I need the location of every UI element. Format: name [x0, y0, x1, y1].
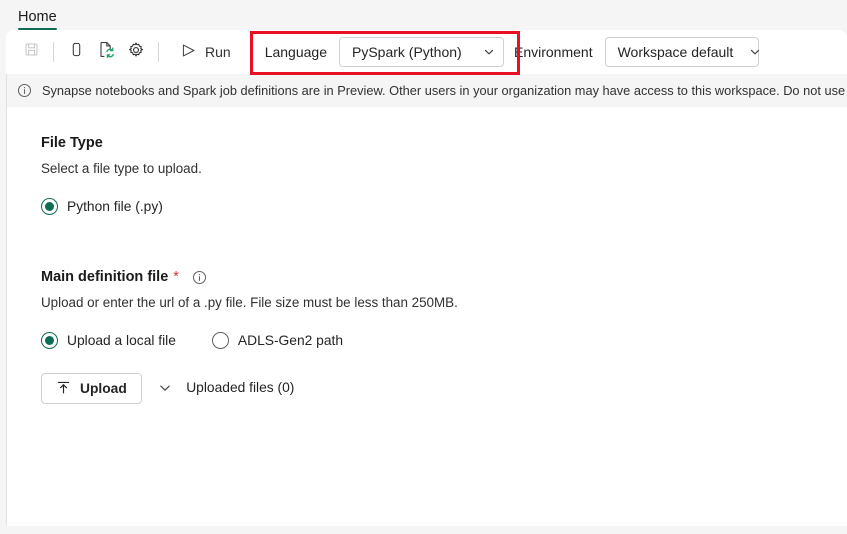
- run-label: Run: [205, 44, 231, 60]
- uploaded-files-label: Uploaded files (0): [186, 380, 295, 395]
- preview-banner-text: Synapse notebooks and Spark job definiti…: [42, 83, 847, 98]
- file-type-description: Select a file type to upload.: [41, 161, 202, 176]
- required-asterisk: *: [173, 269, 179, 285]
- toolbar-divider-1: [53, 42, 54, 62]
- radio-upload-local-file-label: Upload a local file: [67, 333, 176, 348]
- play-triangle-icon: [180, 42, 197, 62]
- settings-button[interactable]: [121, 37, 151, 67]
- radio-adls-gen2-path[interactable]: ADLS-Gen2 path: [211, 332, 343, 349]
- chevron-down-icon: [749, 46, 761, 58]
- info-circle-icon: [17, 83, 32, 98]
- main-definition-radio-group: Upload a local file ADLS-Gen2 path: [41, 332, 847, 349]
- radio-python-file-label: Python file (.py): [67, 199, 163, 214]
- preview-info-banner: Synapse notebooks and Spark job definiti…: [7, 74, 847, 107]
- save-icon: [23, 41, 40, 63]
- file-type-radio-group: Python file (.py): [41, 198, 847, 215]
- environment-dropdown[interactable]: Workspace default: [604, 37, 761, 67]
- main-definition-description: Upload or enter the url of a .py file. F…: [41, 295, 458, 310]
- radio-unselected-icon: [211, 332, 229, 349]
- document-refresh-icon: [97, 40, 116, 64]
- language-label: Language: [264, 44, 327, 60]
- radio-upload-local-file[interactable]: Upload a local file: [41, 332, 176, 349]
- tab-home[interactable]: Home: [6, 8, 69, 30]
- toolbar-divider-2: [158, 42, 159, 62]
- uploaded-files-toggle[interactable]: Uploaded files (0): [146, 380, 294, 395]
- save-button[interactable]: [16, 37, 46, 67]
- radio-selected-icon: [41, 332, 58, 349]
- upload-arrow-icon: [56, 380, 71, 398]
- info-circle-icon[interactable]: [192, 270, 207, 285]
- radio-selected-icon: [41, 198, 58, 215]
- tab-home-label: Home: [18, 8, 57, 25]
- content-surface: Synapse notebooks and Spark job definiti…: [6, 74, 847, 526]
- app-window: Home Run Language PySpark (Python) Envir…: [0, 0, 847, 534]
- language-dropdown[interactable]: PySpark (Python): [338, 37, 504, 67]
- radio-adls-gen2-path-label: ADLS-Gen2 path: [237, 333, 343, 348]
- radio-python-file[interactable]: Python file (.py): [41, 198, 163, 215]
- refresh-definition-button[interactable]: [91, 37, 121, 67]
- chevron-down-icon: [483, 46, 495, 58]
- tab-strip: Home: [0, 0, 847, 30]
- chevron-down-icon: [158, 381, 172, 395]
- environment-value: Workspace default: [617, 44, 734, 60]
- mobile-device-icon: [68, 41, 85, 63]
- main-definition-title-row: Main definition file *: [41, 269, 847, 285]
- file-type-title: File Type: [41, 135, 103, 151]
- main-definition-title: Main definition file: [41, 269, 169, 285]
- form-content: File Type Select a file type to upload. …: [7, 107, 847, 404]
- run-button[interactable]: Run: [172, 37, 239, 67]
- upload-button[interactable]: Upload: [41, 373, 142, 404]
- toolbar: Run Language PySpark (Python) Environmen…: [6, 30, 847, 74]
- upload-button-label: Upload: [80, 381, 127, 396]
- language-value: PySpark (Python): [351, 44, 462, 60]
- environment-label: Environment: [513, 44, 593, 60]
- publish-button[interactable]: [61, 37, 91, 67]
- gear-icon: [127, 41, 145, 64]
